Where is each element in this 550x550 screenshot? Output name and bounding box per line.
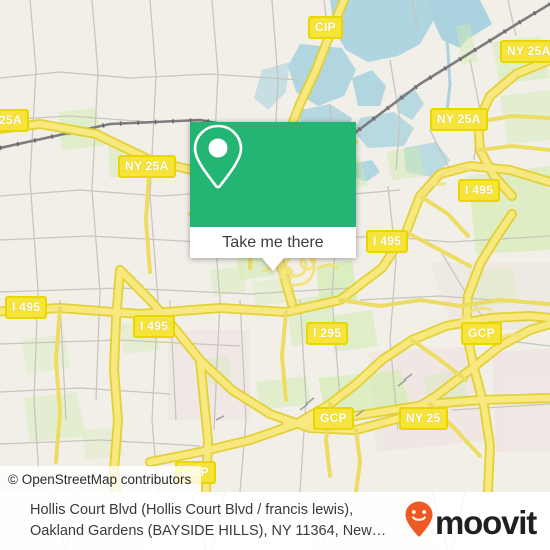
moovit-map-screen: CIP NY 25A NY 25A 25A NY 25A I 495 I 495…	[0, 0, 550, 550]
footer-bar: Hollis Court Blvd (Hollis Court Blvd / f…	[0, 492, 550, 550]
moovit-wordmark: moovit	[435, 503, 537, 541]
road-shield: NY 25	[399, 407, 448, 430]
moovit-pin-icon	[404, 500, 434, 543]
road-shield: NY 25A	[430, 108, 488, 131]
road-shield: I 295	[306, 322, 349, 345]
take-me-there-button[interactable]: Take me there	[190, 227, 356, 258]
road-shield: 25A	[0, 109, 29, 132]
location-popup-card[interactable]: Take me there	[190, 122, 356, 271]
osm-attribution-text: © OpenStreetMap contributors	[8, 471, 192, 487]
road-shield: NY 25A	[500, 40, 550, 63]
map-canvas[interactable]: CIP NY 25A NY 25A 25A NY 25A I 495 I 495…	[0, 0, 550, 492]
road-shield: NY 25A	[118, 155, 176, 178]
place-address-line-1: Hollis Court Blvd (Hollis Court Blvd / f…	[30, 501, 354, 518]
road-shield: GCP	[461, 322, 502, 345]
popup-icon-area	[190, 122, 356, 227]
road-shield: GCP	[313, 407, 354, 430]
road-shield: CIP	[308, 16, 343, 39]
road-shield: I 495	[133, 315, 176, 338]
road-shield: I 495	[5, 296, 48, 319]
place-address: Hollis Court Blvd (Hollis Court Blvd / f…	[30, 500, 386, 542]
osm-attribution[interactable]: © OpenStreetMap contributors	[0, 466, 202, 492]
road-shield: I 495	[458, 179, 501, 202]
take-me-there-label: Take me there	[222, 233, 324, 251]
place-address-line-2: Oakland Gardens (BAYSIDE HILLS), NY 1136…	[30, 523, 387, 539]
road-shield: I 495	[366, 230, 409, 253]
popup-tail	[262, 258, 284, 271]
moovit-logo[interactable]: moovit	[404, 500, 542, 543]
